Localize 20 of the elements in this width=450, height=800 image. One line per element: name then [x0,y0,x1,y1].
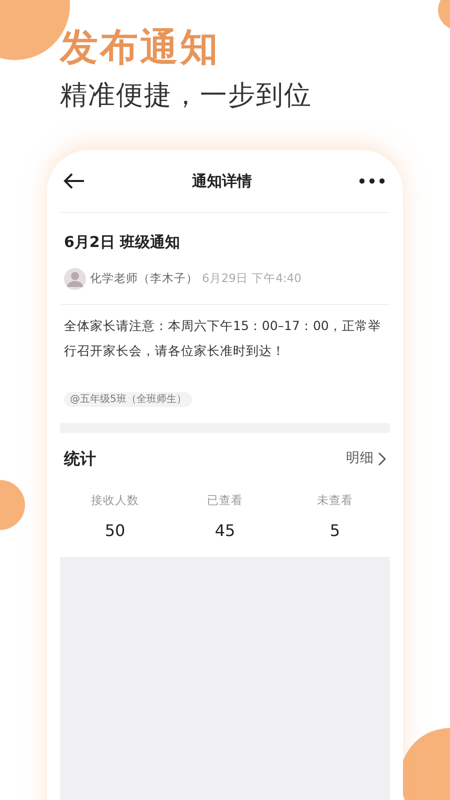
stat-label: 未查看 [317,492,353,508]
headline: 发布通知 [60,28,221,66]
more-icon[interactable] [359,178,385,184]
stat-label: 已查看 [207,492,243,508]
stat-value: 45 [214,520,236,542]
notice-body: 全体家长请注意：本周六下午15：00–17：00，正常举行召开家长会，请各位家长准时到达！ [64,316,382,360]
detail-link[interactable]: 明细 [346,448,386,469]
back-icon[interactable] [63,173,85,189]
audience-tag: @五年级5班（全班师生） [64,392,192,406]
subtitle: 精准便捷，一步到位 [60,82,313,109]
stat-value: 5 [330,520,340,542]
chevron-icon [378,452,386,466]
screen-title: 通知详情 [192,170,252,192]
avatar [64,268,86,290]
stat-value: 50 [104,520,126,542]
author-name: 化学老师（李木子） [90,270,198,287]
stats-title: 统计 [64,448,96,470]
notice-title: 6月2日 班级通知 [64,232,182,253]
stat-label: 接收人数 [91,492,139,508]
post-time: 6月29日 下午4:40 [202,270,302,287]
